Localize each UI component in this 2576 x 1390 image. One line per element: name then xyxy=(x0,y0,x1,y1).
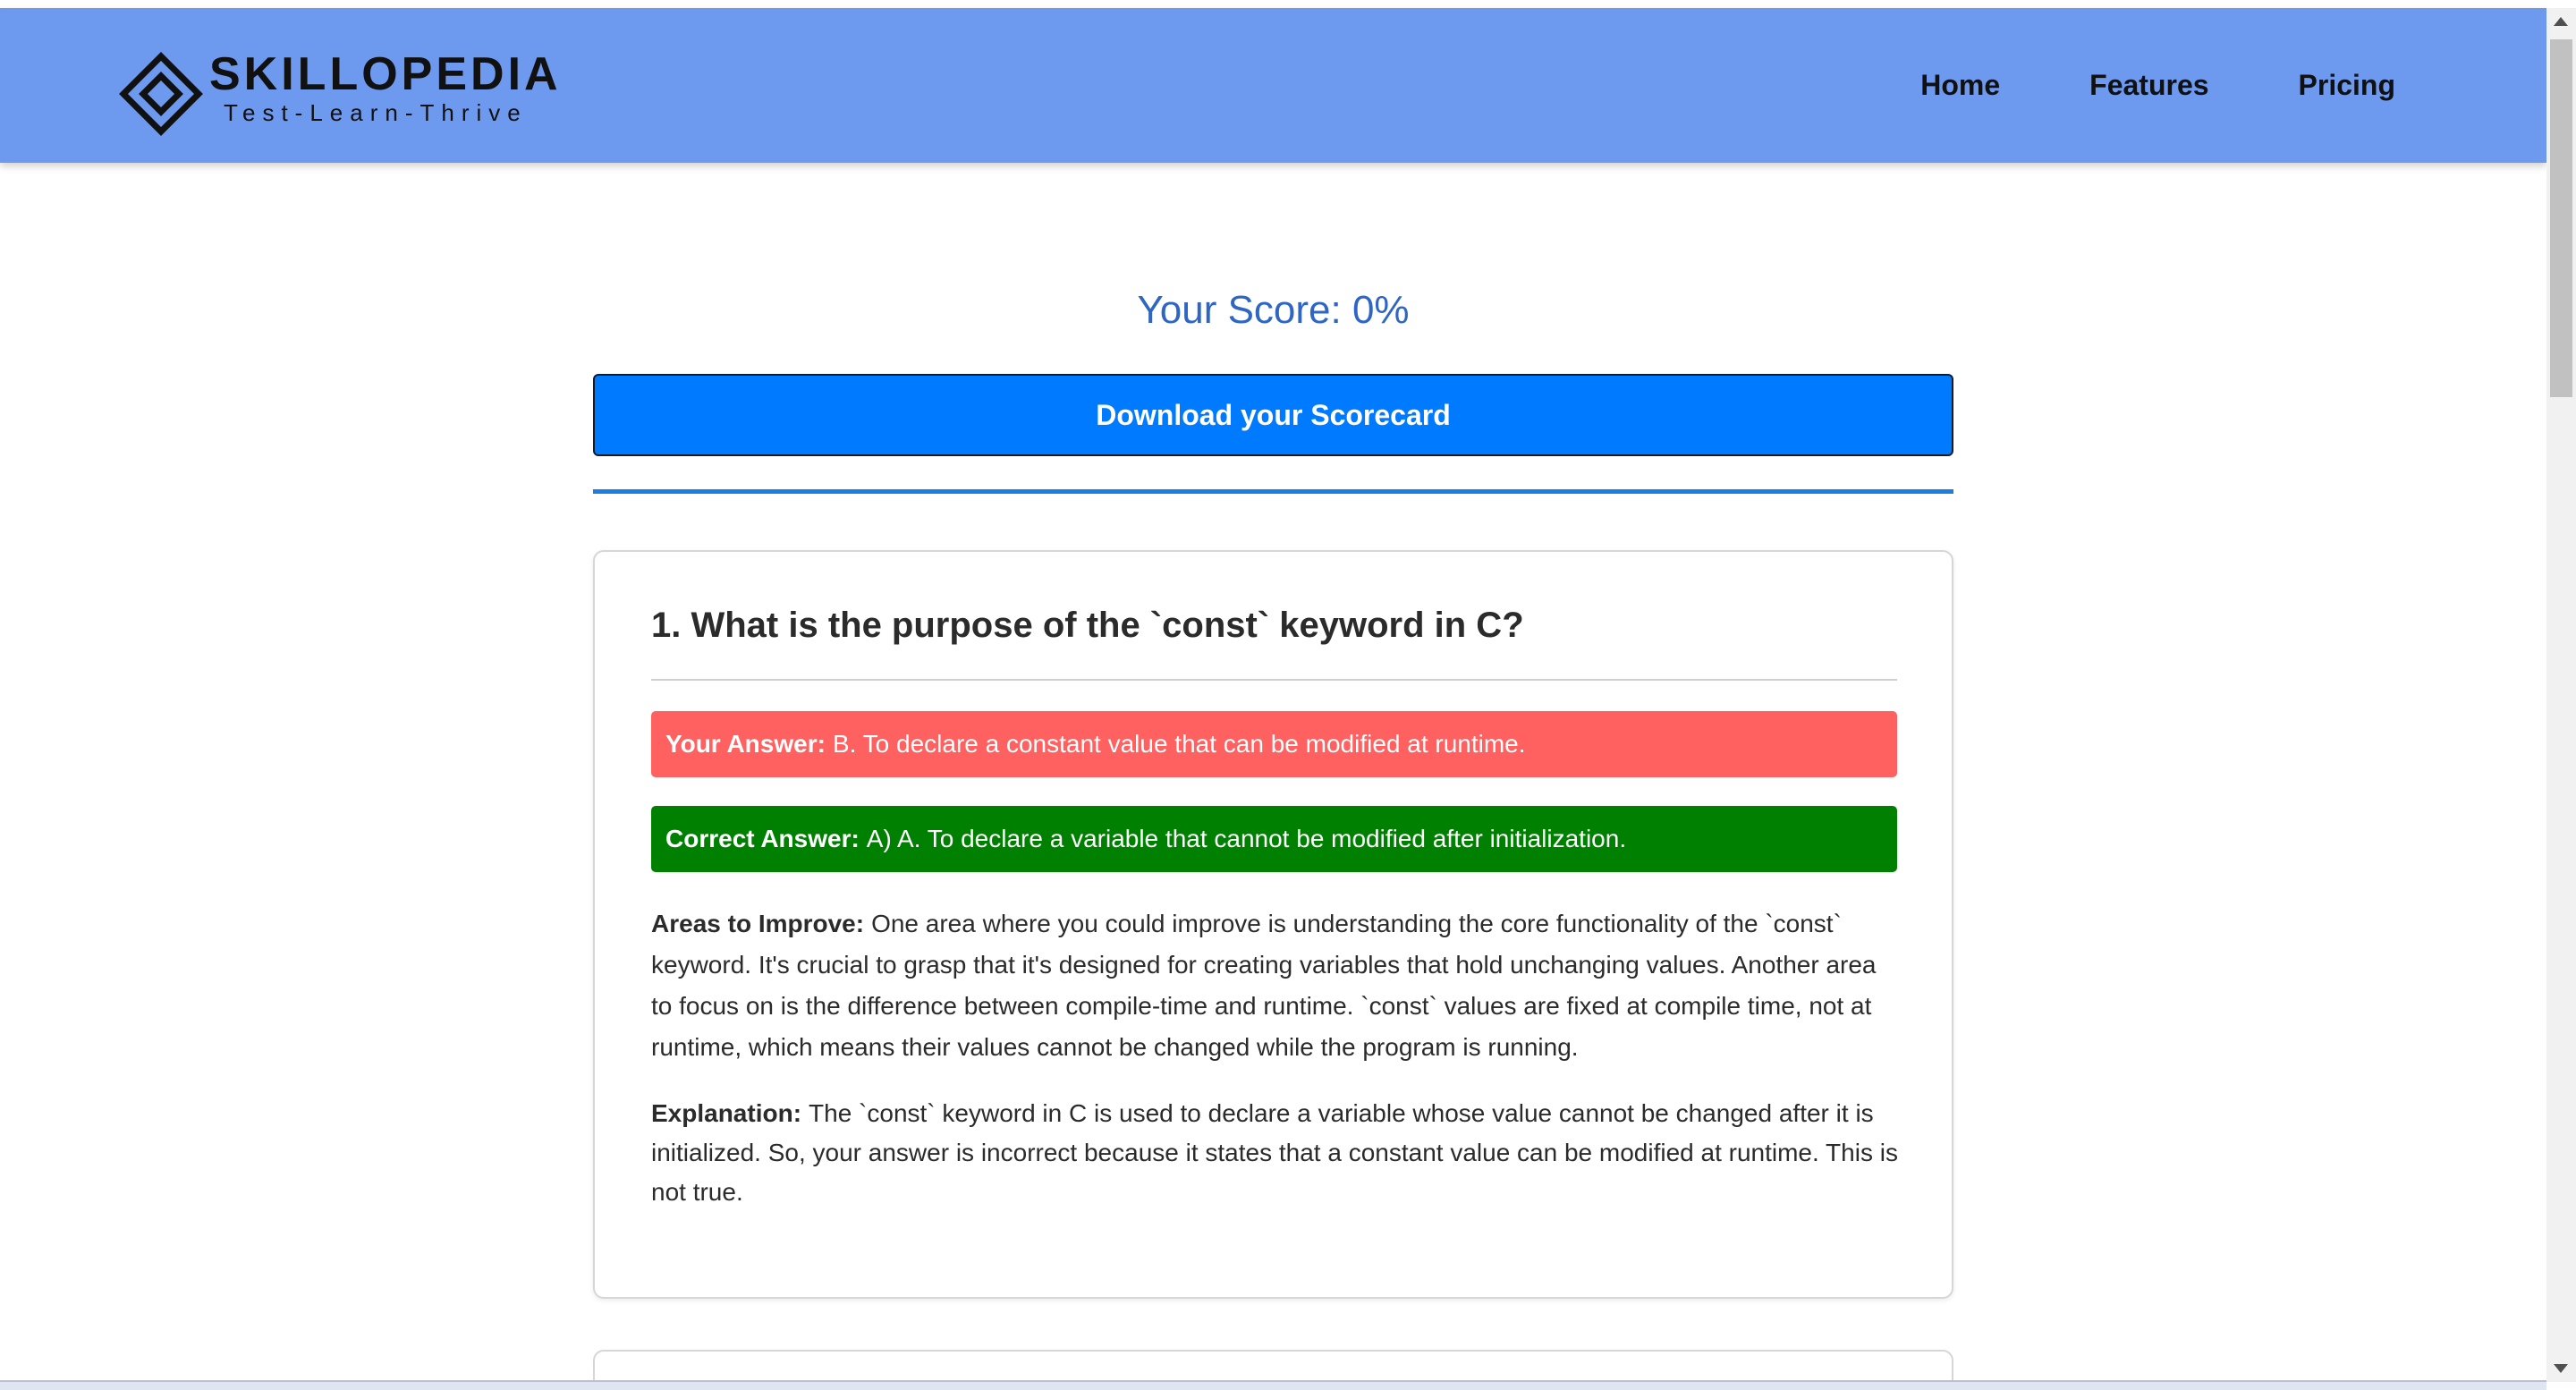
diamond-logo-icon xyxy=(119,52,203,136)
browser-bottom-edge xyxy=(0,1380,2546,1390)
page-viewport: SKILLOPEDIA Test-Learn-Thrive Home Featu… xyxy=(0,0,2576,1390)
question-card: 1. What is the purpose of the `const` ke… xyxy=(593,550,1953,1299)
your-answer-label: Your Answer: xyxy=(665,730,826,758)
areas-to-improve-label: Areas to Improve: xyxy=(651,910,865,937)
your-answer-box: Your Answer: B. To declare a constant va… xyxy=(651,711,1897,777)
explanation-text: The `const` keyword in C is used to decl… xyxy=(651,1099,1898,1206)
correct-answer-label: Correct Answer: xyxy=(665,825,860,852)
navbar: SKILLOPEDIA Test-Learn-Thrive Home Featu… xyxy=(0,8,2546,163)
browser-top-edge xyxy=(0,0,2576,8)
question-title: 1. What is the purpose of the `const` ke… xyxy=(651,606,1524,645)
nav-link-features[interactable]: Features xyxy=(2089,69,2208,102)
explanation: Explanation: The `const` keyword in C is … xyxy=(651,1094,1903,1212)
scrollbar-thumb[interactable] xyxy=(2550,39,2572,397)
page-scrollbar[interactable] xyxy=(2546,8,2576,1382)
score-heading: Your Score: 0% xyxy=(1137,288,1410,332)
scroll-down-arrow-icon[interactable] xyxy=(2554,1364,2568,1373)
nav-link-home[interactable]: Home xyxy=(1920,69,2000,102)
brand-tagline: Test-Learn-Thrive xyxy=(224,99,528,126)
section-divider xyxy=(593,489,1953,494)
correct-answer-text: A) A. To declare a variable that cannot … xyxy=(866,825,1627,852)
nav-link-pricing[interactable]: Pricing xyxy=(2299,69,2395,102)
explanation-label: Explanation: xyxy=(651,1099,802,1127)
brand-logo[interactable]: SKILLOPEDIA Test-Learn-Thrive xyxy=(118,47,583,146)
main-nav: Home Features Pricing xyxy=(1831,8,2395,163)
download-scorecard-button[interactable]: Download your Scorecard xyxy=(593,374,1953,456)
question-divider xyxy=(651,679,1897,681)
areas-to-improve: Areas to Improve: One area where you coul… xyxy=(651,903,1903,1068)
correct-answer-box: Correct Answer: A) A. To declare a varia… xyxy=(651,806,1897,872)
your-answer-text: B. To declare a constant value that can … xyxy=(832,730,1526,758)
scroll-up-arrow-icon[interactable] xyxy=(2554,17,2568,26)
brand-name: SKILLOPEDIA xyxy=(209,48,562,100)
